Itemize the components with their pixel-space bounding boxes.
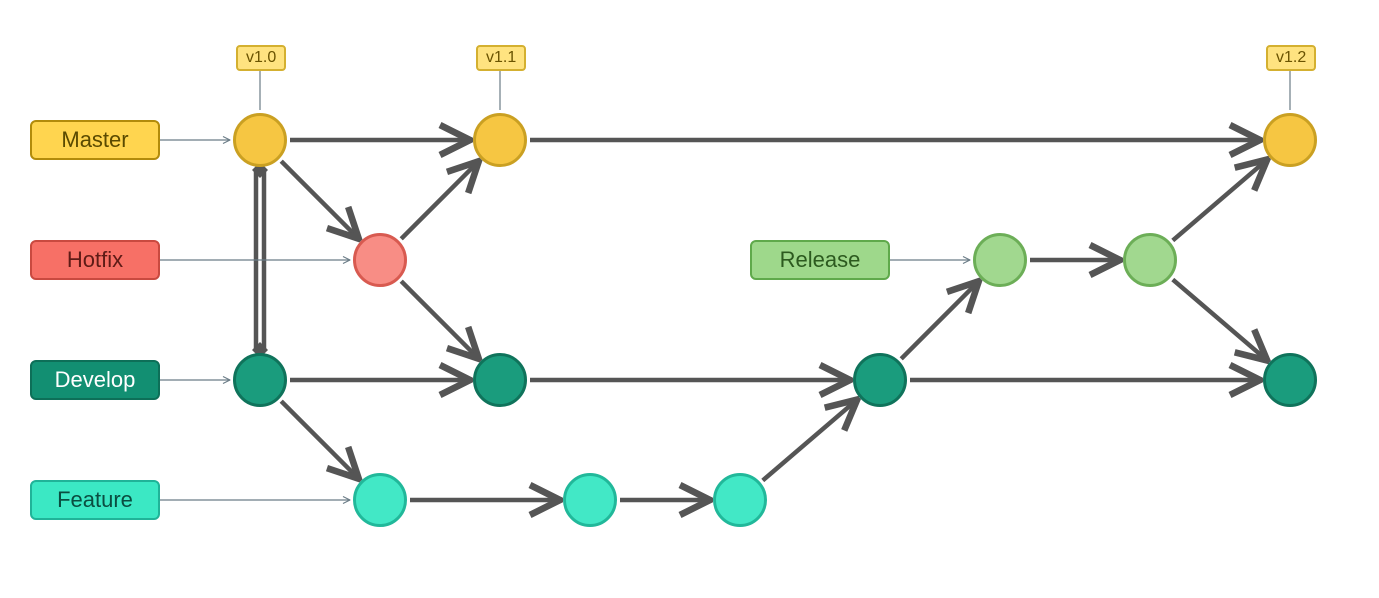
commit-r2: [1123, 233, 1177, 287]
commit-r1: [973, 233, 1027, 287]
git-graph-wires: [0, 0, 1379, 598]
commit-d3: [853, 353, 907, 407]
commit-d1: [233, 353, 287, 407]
commit-f1: [353, 473, 407, 527]
version-tag-2: v1.1: [476, 45, 526, 71]
commit-m1: [233, 113, 287, 167]
branch-label-hotfix: Hotfix: [30, 240, 160, 280]
commit-d4: [1263, 353, 1317, 407]
commit-m3: [1263, 113, 1317, 167]
branch-label-master: Master: [30, 120, 160, 160]
version-tag-3: v1.2: [1266, 45, 1316, 71]
commit-f3: [713, 473, 767, 527]
branch-label-feature: Feature: [30, 480, 160, 520]
commit-h1: [353, 233, 407, 287]
commit-f2: [563, 473, 617, 527]
branch-label-release: Release: [750, 240, 890, 280]
commit-d2: [473, 353, 527, 407]
commit-m2: [473, 113, 527, 167]
version-tag-1: v1.0: [236, 45, 286, 71]
branch-label-develop: Develop: [30, 360, 160, 400]
